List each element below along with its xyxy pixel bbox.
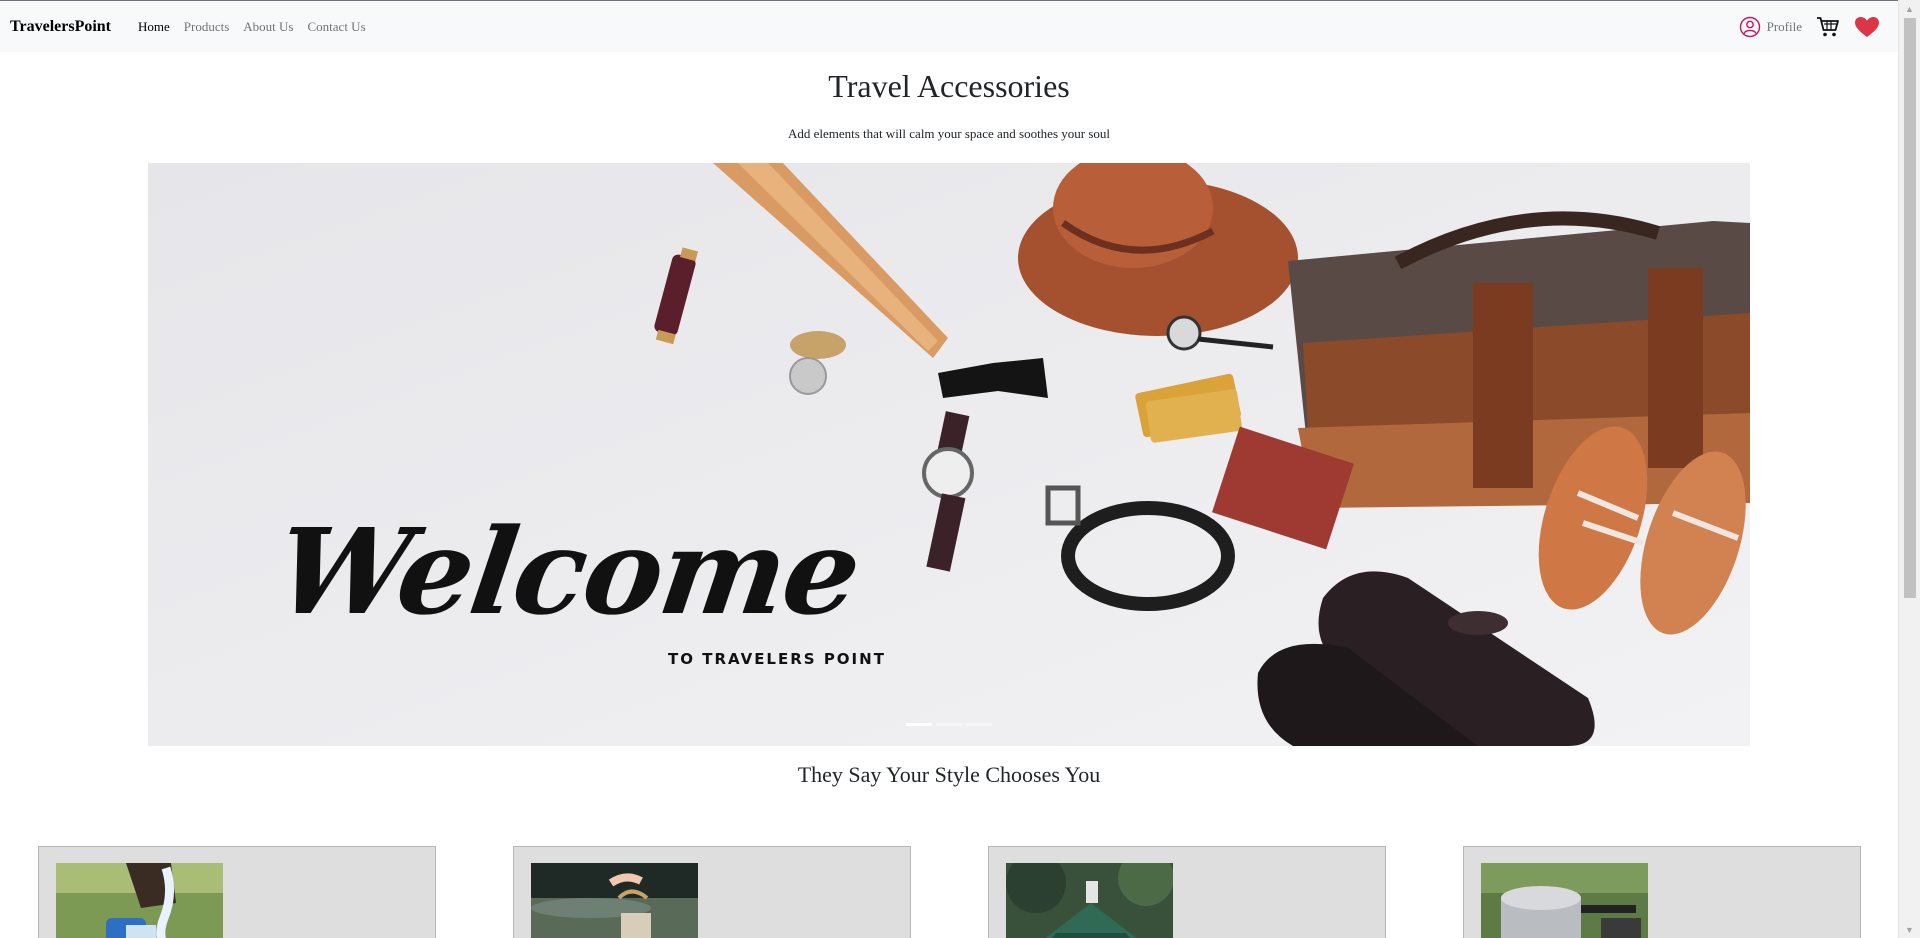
water-bottle-photo bbox=[56, 863, 223, 938]
section-heading: They Say Your Style Chooses You bbox=[797, 762, 1101, 787]
product-card[interactable] bbox=[1463, 846, 1861, 938]
brand-logo[interactable]: TravelersPoint bbox=[10, 18, 111, 36]
page-subtitle: Add elements that will calm your space a… bbox=[787, 126, 1111, 141]
user-circle-icon bbox=[1739, 16, 1761, 38]
carousel-indicator-2[interactable] bbox=[936, 723, 962, 726]
nav-right: Profile bbox=[1739, 16, 1888, 38]
cooking-pot-photo bbox=[1481, 863, 1648, 938]
scroll-up-arrow-icon[interactable]: ▲ bbox=[1899, 0, 1920, 17]
slide-subheading: TO TRAVELERS POINT bbox=[668, 650, 886, 668]
profile-link[interactable]: Profile bbox=[1739, 16, 1802, 38]
carousel-indicator-3[interactable] bbox=[966, 723, 992, 726]
carousel-indicator-1[interactable] bbox=[906, 723, 932, 726]
tent-photo bbox=[1006, 863, 1173, 938]
nav-link-products[interactable]: Products bbox=[177, 19, 237, 35]
page: TravelersPoint Home Products About Us Co… bbox=[0, 0, 1898, 938]
nav-link-home[interactable]: Home bbox=[131, 19, 177, 35]
heart-icon[interactable] bbox=[1854, 16, 1880, 38]
travel-accessories-photo bbox=[148, 163, 1750, 746]
navbar: TravelersPoint Home Products About Us Co… bbox=[0, 0, 1898, 52]
slide-heading: Welcome bbox=[268, 502, 868, 641]
nav-link-about-us[interactable]: About Us bbox=[236, 19, 300, 35]
product-card[interactable] bbox=[513, 846, 911, 938]
lantern-photo bbox=[531, 863, 698, 938]
cart-icon[interactable] bbox=[1816, 16, 1840, 38]
vertical-scrollbar[interactable]: ▲ ▼ bbox=[1898, 0, 1920, 938]
profile-label: Profile bbox=[1766, 18, 1802, 34]
product-card[interactable] bbox=[988, 846, 1386, 938]
hero-carousel[interactable]: Welcome TO TRAVELERS POINT bbox=[148, 163, 1750, 746]
page-title: Travel Accessories bbox=[828, 68, 1070, 104]
scroll-down-arrow-icon[interactable]: ▼ bbox=[1899, 921, 1920, 938]
carousel-indicators bbox=[148, 723, 1750, 726]
scrollbar-thumb[interactable] bbox=[1904, 18, 1916, 598]
nav-links: Home Products About Us Contact Us bbox=[131, 19, 373, 35]
product-card[interactable] bbox=[38, 846, 436, 938]
nav-link-contact-us[interactable]: Contact Us bbox=[301, 19, 373, 35]
